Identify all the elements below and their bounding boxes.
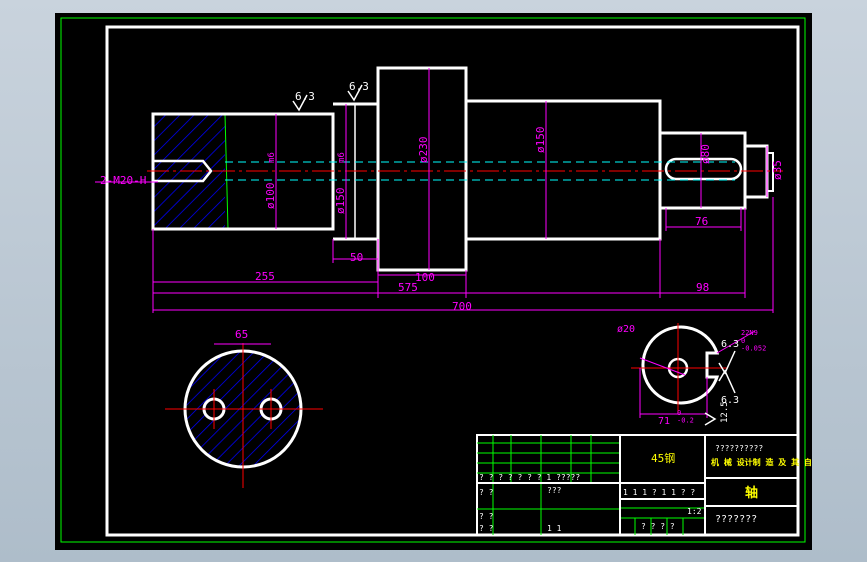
dim-100: 100 bbox=[415, 271, 435, 284]
dim-50: 50 bbox=[350, 251, 363, 264]
section-view: ø20 71 0 -0.2 22N9 0 -0.052 6.3 6.3 12.5 bbox=[617, 323, 766, 427]
title-block: ? ? ? ? ? ? ? 1 ????? ? ? ??? ? ? ? ? 1 … bbox=[476, 434, 812, 536]
section-outline bbox=[641, 325, 720, 405]
tb-subtitle: 机 械 设计制 造 及 其 自 动化 bbox=[711, 457, 812, 467]
roughness-2: 6.3 bbox=[349, 80, 369, 93]
dim-d150b: ø150 bbox=[534, 127, 547, 154]
dim-98: 98 bbox=[696, 281, 709, 294]
section-roughness-vert: 12.5 bbox=[720, 401, 730, 423]
cad-drawing: 2-M20-H ø100 m6 ø150 m6 ø230 ø150 ø80 ø3… bbox=[60, 17, 812, 543]
tb-left-c: ? ? bbox=[479, 524, 494, 533]
drawing-canvas: 2-M20-H ø100 m6 ø150 m6 ø230 ø150 ø80 ø3… bbox=[55, 13, 812, 550]
dim-d35: ø35 bbox=[771, 160, 784, 180]
tb-company: ?????????? bbox=[715, 444, 763, 453]
thread-note: 2-M20-H bbox=[100, 174, 146, 187]
tb-mid-a: ??? bbox=[547, 486, 562, 495]
dim-d150a-tol: m6 bbox=[337, 152, 347, 163]
tb-part-name: 轴 bbox=[745, 485, 758, 501]
section-depth-tol: 0 -0.2 bbox=[677, 409, 694, 425]
segment-d230 bbox=[376, 66, 468, 272]
section-key-width: 22N9 bbox=[741, 329, 758, 337]
dim-d80: ø80 bbox=[699, 144, 712, 164]
dim-d150a: ø150 bbox=[334, 188, 347, 215]
dim-65: 65 bbox=[235, 328, 248, 341]
tb-mid-b: 1 1 bbox=[547, 524, 562, 533]
section-key-width-tol: 0 -0.052 bbox=[741, 337, 766, 353]
dim-255: 255 bbox=[255, 270, 275, 283]
tb-sheet-row: ? ? ? ? bbox=[641, 522, 675, 531]
dim-76: 76 bbox=[695, 215, 708, 228]
tb-designer: ??????? bbox=[715, 514, 757, 525]
tb-scale: 1:2 bbox=[687, 507, 702, 516]
section-dia: ø20 bbox=[617, 324, 635, 335]
roughness-1: 6.3 bbox=[295, 90, 315, 103]
dim-d100: ø100 bbox=[264, 183, 277, 210]
dim-700: 700 bbox=[452, 300, 472, 313]
segment-d150b bbox=[466, 99, 662, 241]
end-view: 65 bbox=[165, 328, 323, 488]
tb-row-small-1: ? ? ? ? ? ? ? 1 ????? bbox=[479, 473, 580, 482]
dim-d100-tol: m6 bbox=[267, 152, 277, 163]
tb-material: 45钢 bbox=[651, 452, 675, 465]
dim-d230: ø230 bbox=[417, 137, 430, 164]
tb-left-a: ? ? bbox=[479, 488, 494, 497]
section-depth: 71 bbox=[658, 416, 670, 427]
section-roughness-1: 6.3 bbox=[721, 339, 739, 350]
tb-scale-row: 1 1 1 ? 1 1 ? ? bbox=[623, 488, 695, 497]
dim-575: 575 bbox=[398, 281, 418, 294]
shaft-main-view bbox=[147, 66, 783, 272]
tb-left-b: ? ? bbox=[479, 512, 494, 521]
